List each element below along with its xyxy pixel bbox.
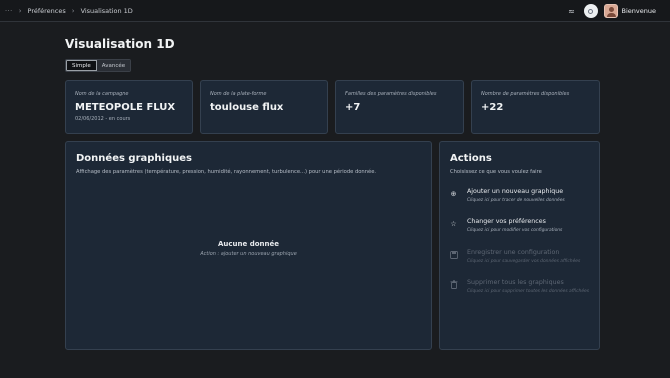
- campaign-card: Nom de la campagne METEOPOLE FLUX 02/06/…: [65, 80, 193, 134]
- actions-panel-subtitle: Choisissez ce que vous voulez faire: [450, 169, 542, 175]
- breadcrumb-more[interactable]: ···: [5, 7, 13, 15]
- platform-label: Nom de la plate-forme: [210, 91, 267, 97]
- save-configuration-title: Enregistrer une configuration: [467, 249, 560, 256]
- delete-all-graphs-action: Supprimer tous les graphiques Cliquez ic…: [449, 279, 599, 301]
- page-title: Visualisation 1D: [65, 37, 175, 51]
- families-label: Familles des paramètres disponibles: [345, 91, 437, 97]
- empty-state-hint: Action : ajouter un nouveau graphique: [200, 251, 297, 257]
- save-configuration-hint: Cliquez ici pour sauvegarder vos données…: [467, 259, 581, 264]
- campaign-date: 02/06/2012 - en cours: [75, 116, 131, 122]
- graph-panel-title: Données graphiques: [76, 153, 192, 164]
- parameters-value: +22: [481, 102, 504, 113]
- delete-all-graphs-title: Supprimer tous les graphiques: [467, 279, 564, 286]
- plus-circle-icon: ⊕: [450, 189, 457, 198]
- campaign-value: METEOPOLE FLUX: [75, 102, 176, 113]
- language-switch-icon[interactable]: ≈: [564, 3, 580, 19]
- add-graph-title: Ajouter un nouveau graphique: [467, 188, 564, 195]
- actions-panel: Actions Choisissez ce que vous voulez fa…: [439, 141, 600, 350]
- change-preferences-hint: Cliquez ici pour modifier vos configurat…: [467, 228, 563, 233]
- save-icon: [449, 250, 458, 259]
- avatar[interactable]: [603, 4, 618, 18]
- parameters-label: Nombre de paramètres disponibles: [481, 91, 570, 97]
- platform-card: Nom de la plate-forme toulouse flux: [200, 80, 328, 134]
- welcome-text: Bienvenue: [621, 7, 656, 15]
- breadcrumb-item-current: Visualisation 1D: [80, 6, 133, 15]
- chevron-right-icon: ›: [71, 6, 75, 15]
- parameters-card: Nombre de paramètres disponibles +22: [471, 80, 600, 134]
- delete-all-graphs-hint: Cliquez ici pour supprimer toutes les do…: [467, 289, 590, 294]
- theme-toggle-button[interactable]: [583, 4, 598, 18]
- families-card: Familles des paramètres disponibles +7: [335, 80, 464, 134]
- mode-toggle: Simple Avancée: [65, 59, 132, 72]
- change-preferences-title: Changer vos préférences: [467, 218, 546, 225]
- chevron-right-icon: ›: [18, 6, 22, 15]
- breadcrumb-item-preferences[interactable]: Préférences: [28, 7, 66, 15]
- empty-state-title: Aucune donnée: [218, 240, 279, 248]
- trash-icon: [449, 280, 458, 289]
- save-configuration-action: Enregistrer une configuration Cliquez ic…: [449, 249, 599, 271]
- add-graph-action[interactable]: ⊕ Ajouter un nouveau graphique Cliquez i…: [449, 188, 599, 210]
- add-graph-hint: Cliquez ici pour tracer de nouvelles don…: [467, 198, 565, 203]
- families-value: +7: [345, 102, 361, 113]
- campaign-label: Nom de la campagne: [75, 91, 129, 97]
- mode-advanced-button[interactable]: Avancée: [96, 60, 131, 71]
- graph-panel: Données graphiques Affichage des paramèt…: [65, 141, 432, 350]
- actions-panel-title: Actions: [450, 153, 492, 164]
- platform-value: toulouse flux: [210, 102, 284, 113]
- breadcrumb: ··· › Préférences › Visualisation 1D: [0, 7, 133, 15]
- graph-panel-description: Affichage des paramètres (température, p…: [76, 169, 377, 175]
- star-icon: ☆: [450, 219, 457, 228]
- mode-simple-button[interactable]: Simple: [66, 60, 97, 71]
- change-preferences-action[interactable]: ☆ Changer vos préférences Cliquez ici po…: [449, 218, 599, 240]
- top-bar: ··· › Préférences › Visualisation 1D ≈ B…: [0, 0, 670, 22]
- theme-icon: [588, 8, 594, 14]
